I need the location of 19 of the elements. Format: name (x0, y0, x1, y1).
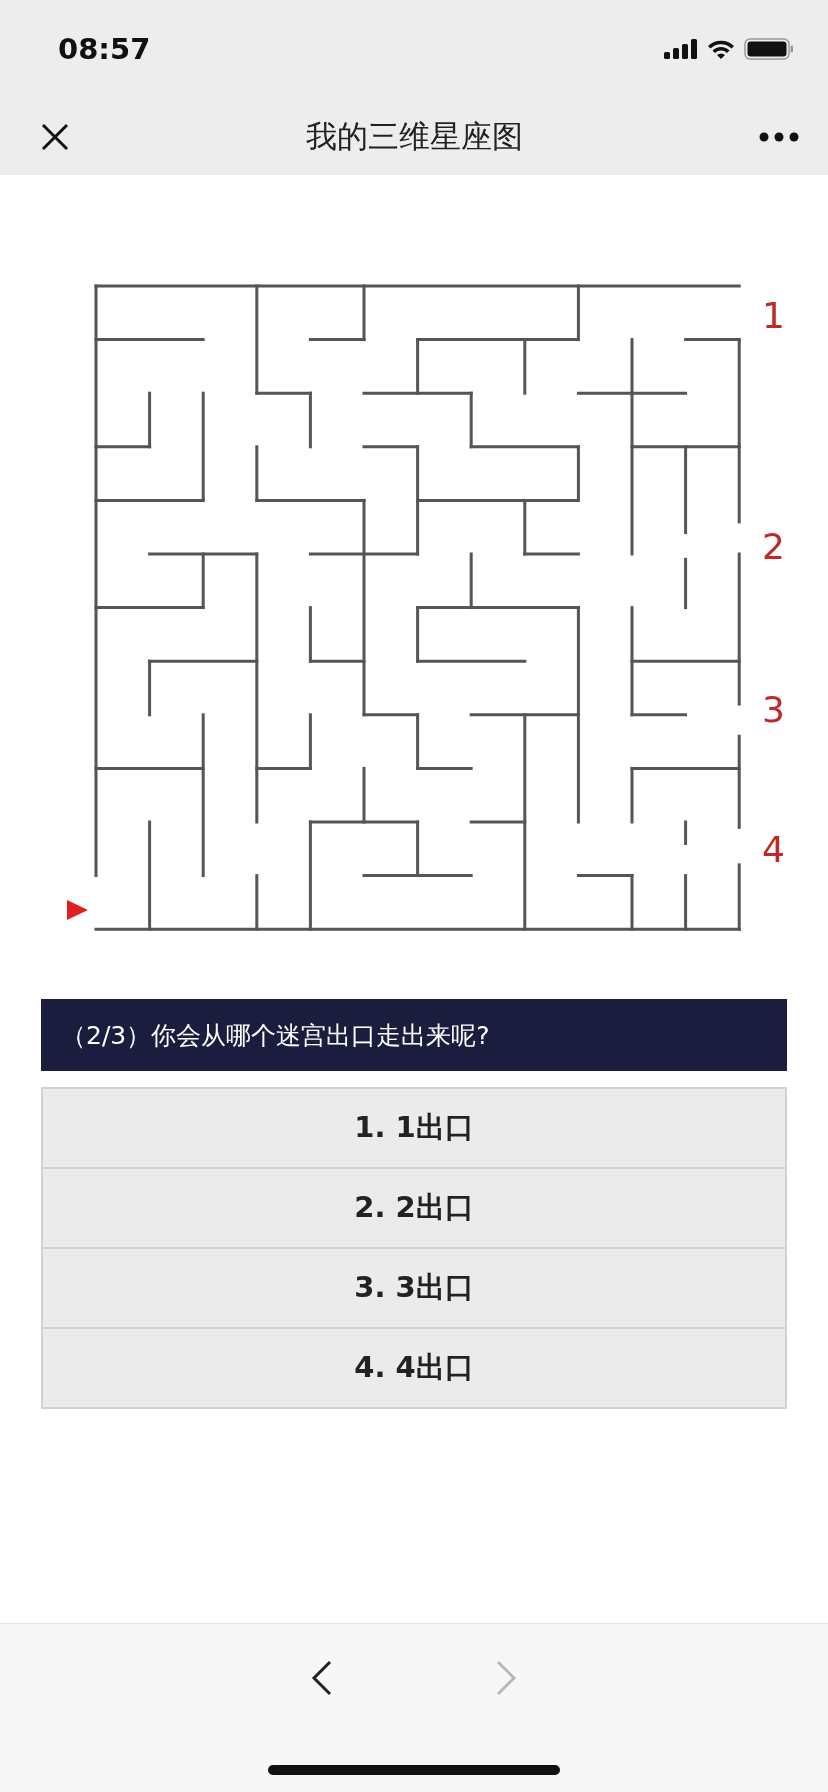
status-time: 08:57 (58, 32, 151, 66)
exit-label: 2 (762, 526, 785, 567)
question-text: （2/3）你会从哪个迷宫出口走出来呢? (41, 999, 787, 1071)
exit-label: 1 (762, 295, 785, 336)
answer-option[interactable]: 3. 3出口 (41, 1247, 787, 1329)
exit-label: 3 (762, 689, 785, 730)
exit-label: 4 (762, 829, 785, 870)
battery-icon (744, 38, 794, 60)
page-title: 我的三维星座图 (305, 116, 523, 156)
answer-option[interactable]: 1. 1出口 (41, 1087, 787, 1169)
start-arrow-icon (67, 900, 88, 920)
answer-option[interactable]: 2. 2出口 (41, 1167, 787, 1249)
more-icon (758, 130, 800, 143)
answer-option[interactable]: 4. 4出口 (41, 1327, 787, 1409)
chevron-left-icon (311, 1660, 333, 1696)
wifi-icon (706, 38, 736, 60)
chevron-right-icon (495, 1660, 517, 1696)
close-icon (40, 121, 70, 152)
signal-icon (664, 39, 698, 59)
